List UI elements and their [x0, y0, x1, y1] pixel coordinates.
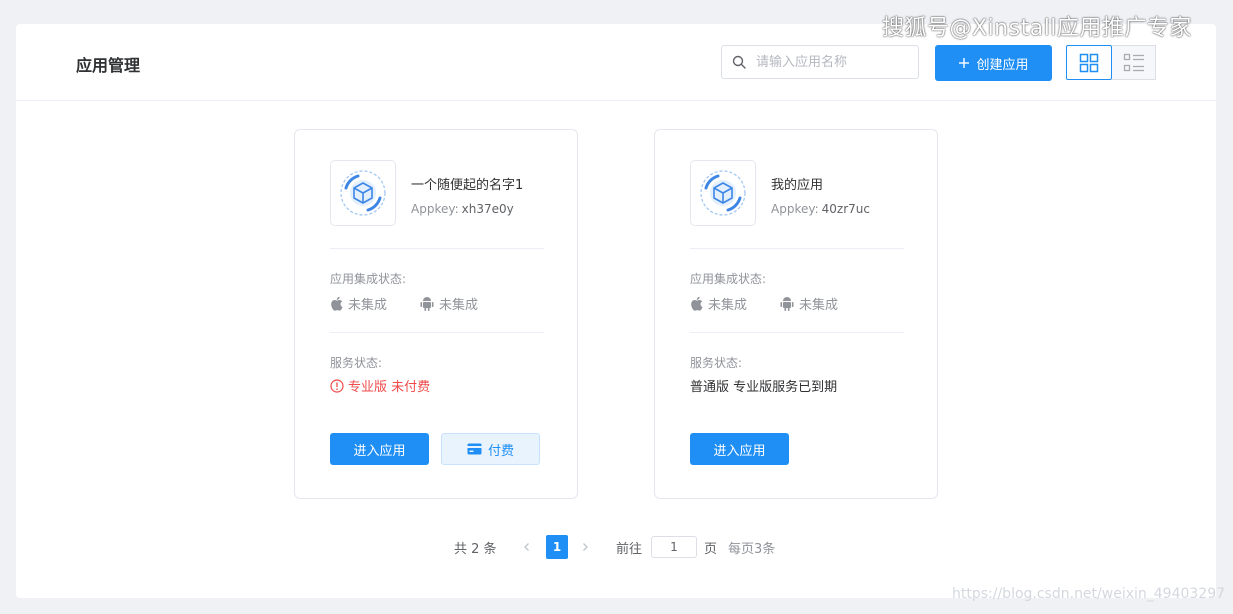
appkey: Appkey: xh37e0y	[411, 202, 514, 216]
prev-page-button[interactable]	[522, 535, 532, 559]
search-box[interactable]	[721, 45, 919, 79]
app-name: 一个随便起的名字1	[411, 178, 524, 193]
list-view-icon	[1123, 53, 1144, 71]
appkey-value: 40zr7uc	[821, 202, 870, 216]
app-logo	[330, 160, 396, 226]
service-status: 普通版 专业版服务已到期	[690, 376, 837, 395]
pay-button[interactable]: 付费	[441, 433, 540, 465]
divider	[690, 248, 904, 249]
app-management-panel: 应用管理 创建应用	[16, 24, 1216, 598]
grid-view-icon	[1079, 53, 1099, 72]
watermark-url: https://blog.csdn.net/weixin_49403297	[952, 586, 1226, 602]
cube-icon	[340, 170, 386, 216]
alert-circle-icon	[330, 378, 344, 393]
create-app-label: 创建应用	[976, 57, 1029, 73]
ios-status-text: 未集成	[708, 298, 748, 313]
android-icon	[420, 297, 434, 311]
appkey-label: Appkey:	[771, 202, 819, 216]
pay-label: 付费	[487, 443, 514, 459]
app-name: 我的应用	[771, 178, 824, 193]
goto-page-input[interactable]	[651, 536, 697, 558]
search-input[interactable]	[754, 53, 908, 71]
ios-status-text: 未集成	[348, 298, 388, 313]
app-card: 一个随便起的名字1 Appkey: xh37e0y 应用集成状态: 未集成 未集成	[294, 129, 578, 499]
appkey: Appkey: 40zr7uc	[771, 202, 870, 216]
divider	[330, 332, 544, 333]
enter-app-button[interactable]: 进入应用	[330, 433, 429, 465]
create-app-button[interactable]: 创建应用	[935, 45, 1052, 81]
page-number-1[interactable]: 1	[546, 535, 568, 559]
search-icon	[732, 55, 746, 69]
goto-label: 前往	[616, 541, 643, 557]
android-status: 未集成	[420, 294, 478, 313]
pagination: 共 2 条 1 前往 页 每页3条	[16, 535, 1216, 559]
list-view-toggle[interactable]	[1112, 45, 1156, 80]
chevron-right-icon	[583, 543, 588, 551]
watermark-text: 搜狐号@Xinstall应用推广专家	[882, 16, 1192, 41]
enter-app-button[interactable]: 进入应用	[690, 433, 789, 465]
integration-status-label: 应用集成状态:	[330, 272, 407, 286]
android-icon	[780, 297, 794, 311]
apple-icon	[691, 296, 703, 311]
page-unit-label: 页	[704, 541, 718, 557]
appkey-value: xh37e0y	[461, 202, 514, 216]
grid-view-toggle[interactable]	[1066, 45, 1112, 80]
pagination-total: 共 2 条	[454, 541, 497, 557]
chevron-left-icon	[524, 543, 529, 551]
cube-icon	[700, 170, 746, 216]
next-page-button[interactable]	[580, 535, 590, 559]
service-status-label: 服务状态:	[330, 356, 383, 370]
apple-icon	[331, 296, 343, 311]
integration-status-label: 应用集成状态:	[690, 272, 767, 286]
appkey-label: Appkey:	[411, 202, 459, 216]
service-status: 专业版 未付费	[330, 376, 430, 395]
divider	[330, 248, 544, 249]
page-title: 应用管理	[76, 56, 141, 75]
plus-icon	[959, 58, 970, 68]
android-status-text: 未集成	[799, 298, 839, 313]
android-status: 未集成	[780, 294, 838, 313]
app-card: 我的应用 Appkey: 40zr7uc 应用集成状态: 未集成 未集成 服务状态…	[654, 129, 938, 499]
app-logo	[690, 160, 756, 226]
service-status-label: 服务状态:	[690, 356, 743, 370]
page-size-label: 每页3条	[728, 541, 776, 557]
android-status-text: 未集成	[439, 298, 479, 313]
ios-status: 未集成	[330, 294, 387, 313]
ios-status: 未集成	[690, 294, 747, 313]
divider	[690, 332, 904, 333]
credit-card-icon	[467, 443, 482, 455]
service-status-text: 专业版 未付费	[348, 380, 431, 395]
service-status-text: 普通版 专业版服务已到期	[690, 380, 838, 395]
